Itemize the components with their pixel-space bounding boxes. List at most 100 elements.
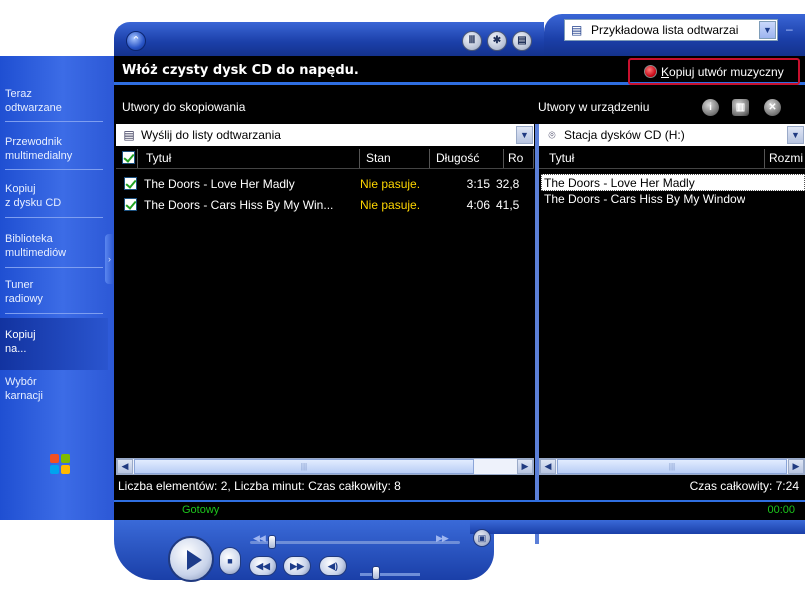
device-dropdown[interactable]: ⌾ Stacja dysków CD (H:) ▼ <box>539 124 805 146</box>
divider <box>5 217 103 218</box>
taskbar-item-label: radiowy <box>5 293 43 305</box>
play-button[interactable] <box>168 536 214 582</box>
playlist-icon: ▤ <box>123 128 135 142</box>
taskbar-item-now-playing[interactable]: Teraz odtwarzane <box>0 87 108 115</box>
playlist-dropdown[interactable]: ▤ Przykładowa lista odtwarzai ▼ <box>564 19 778 41</box>
device-info-icon[interactable]: i <box>702 99 719 116</box>
taskbar-item-radio-tuner[interactable]: Tuner radiowy <box>0 278 108 306</box>
row-checkbox[interactable] <box>116 174 144 194</box>
menu-toggle-button[interactable]: ⌃ <box>126 31 146 51</box>
taskbar-item-media-library[interactable]: Biblioteka multimediów <box>0 232 108 260</box>
table-row[interactable]: The Doors - Cars Hiss By My Win... Nie p… <box>116 195 534 215</box>
scrollbar-thumb[interactable]: ||| <box>134 459 474 474</box>
forward-dots-icon: ▶▶ <box>436 533 449 543</box>
taskbar-item-media-guide[interactable]: Przewodnik multimedialny <box>0 135 108 163</box>
taskbar-item-label: z dysku CD <box>5 197 62 209</box>
seek-slider[interactable] <box>250 541 460 544</box>
volume-slider[interactable] <box>360 573 420 576</box>
feature-taskbar: Teraz odtwarzane Przewodnik multimedialn… <box>0 56 114 520</box>
taskbar-item-label: Tuner <box>5 279 34 291</box>
playlist-icon: ▤ <box>571 23 583 37</box>
page-title: Włóż czysty dysk CD do napędu. <box>122 63 359 78</box>
copy-music-button[interactable]: Kopiuj utwór muzyczny <box>628 58 800 85</box>
right-table-header: Tytuł Rozmi <box>539 149 805 169</box>
column-header-size[interactable]: Rozmi <box>765 149 805 168</box>
taskbar-item-label: multimedialny <box>5 150 73 162</box>
device-track-title: The Doors - Love Her Madly <box>544 176 695 190</box>
left-pane-title: Utwory do skopiowania <box>122 100 246 114</box>
mute-button[interactable]: ◀) <box>319 556 347 576</box>
table-row[interactable]: The Doors - Love Her Madly Nie pasuje. 3… <box>116 174 534 194</box>
scroll-right-icon[interactable]: ▶ <box>517 459 533 474</box>
track-size: 32,8 <box>496 177 520 191</box>
previous-button[interactable]: ◀◀ <box>249 556 277 576</box>
taskbar-item-label: Wybór <box>5 376 37 388</box>
taskbar-item-label: na... <box>5 343 27 355</box>
minimize-icon[interactable]: – <box>786 22 793 36</box>
left-summary: Liczba elementów: 2, Liczba minut: Czas … <box>118 479 401 493</box>
left-horizontal-scrollbar[interactable]: ◀ ||| ▶ <box>116 458 534 475</box>
send-to-playlist-dropdown[interactable]: ▤ Wyślij do listy odtwarzania ▼ <box>116 124 534 146</box>
right-pane-title: Utwory w urządzeniu <box>538 100 650 114</box>
track-title: The Doors - Cars Hiss By My Win... <box>144 198 334 212</box>
scroll-left-icon[interactable]: ◀ <box>540 459 556 474</box>
device-delete-icon[interactable]: ▥ <box>732 99 749 116</box>
column-header-title[interactable]: Tytuł <box>539 149 765 168</box>
chevron-down-icon[interactable]: ▼ <box>759 21 776 39</box>
visualization-icon[interactable]: ✱ <box>487 31 507 51</box>
time-readout: 00:00 <box>767 504 795 516</box>
status-bar: Gotowy 00:00 <box>114 500 805 520</box>
divider <box>5 267 103 268</box>
eq-icon[interactable]: Ⅲ <box>462 31 482 51</box>
taskbar-item-copy-from-cd[interactable]: Kopiuj z dysku CD <box>0 182 108 210</box>
scroll-right-icon[interactable]: ▶ <box>788 459 804 474</box>
column-header-size[interactable]: Ro <box>504 149 534 168</box>
left-table-header: Tytuł Stan Długość Ro <box>116 149 534 169</box>
taskbar-item-label: Kopiuj <box>5 183 36 195</box>
divider <box>5 313 103 314</box>
taskbar-item-label: Teraz <box>5 88 32 100</box>
right-summary: Czas całkowity: 7:24 <box>689 479 799 493</box>
divider <box>5 169 103 170</box>
scroll-left-icon[interactable]: ◀ <box>117 459 133 474</box>
column-header-status[interactable]: Stan <box>360 149 430 168</box>
track-length: 3:15 <box>466 177 490 191</box>
pane-divider[interactable] <box>535 124 539 544</box>
taskbar-item-label: Kopiuj <box>5 329 36 341</box>
table-row[interactable]: The Doors - Cars Hiss By My Window <box>541 191 805 208</box>
taskbar-collapse-handle[interactable]: › <box>105 234 114 284</box>
taskbar-item-label: Biblioteka <box>5 233 53 245</box>
seek-slider-thumb[interactable] <box>268 535 276 549</box>
track-length: 4:06 <box>466 198 490 212</box>
right-horizontal-scrollbar[interactable]: ◀ ||| ▶ <box>539 458 805 475</box>
device-selected-label: Stacja dysków CD (H:) <box>564 128 685 142</box>
send-to-playlist-label: Wyślij do listy odtwarzania <box>141 128 281 142</box>
taskbar-item-skin-chooser[interactable]: Wybór karnacji <box>0 375 108 403</box>
row-checkbox[interactable] <box>116 195 144 215</box>
track-title: The Doors - Love Her Madly <box>144 177 295 191</box>
table-row[interactable]: The Doors - Love Her Madly <box>541 174 805 191</box>
device-close-icon[interactable]: ✕ <box>764 99 781 116</box>
taskbar-item-copy-to[interactable]: Kopiuj na... <box>0 318 108 370</box>
track-status: Nie pasuje. <box>360 198 421 212</box>
info-button-icon[interactable]: ▤ <box>512 31 532 51</box>
rewind-dots-icon: ◀◀ <box>253 533 266 543</box>
stop-button[interactable]: ■ <box>219 547 241 575</box>
column-header-length[interactable]: Długość <box>430 149 504 168</box>
taskbar-item-label: Przewodnik <box>5 136 62 148</box>
mini-player-icon[interactable]: ▣ <box>473 529 491 547</box>
taskbar-item-label: odtwarzane <box>5 102 62 114</box>
info-header: Włóż czysty dysk CD do napędu. Kopiuj ut… <box>114 56 805 85</box>
record-icon <box>644 65 657 78</box>
status-text: Gotowy <box>182 504 220 516</box>
chevron-down-icon[interactable]: ▼ <box>787 126 804 144</box>
copy-music-label: Kopiuj utwór muzyczny <box>661 64 784 79</box>
next-button[interactable]: ▶▶ <box>283 556 311 576</box>
transport-bar-extension <box>470 520 805 534</box>
cd-drive-icon: ⌾ <box>548 127 556 142</box>
volume-slider-thumb[interactable] <box>372 566 380 580</box>
chevron-down-icon[interactable]: ▼ <box>516 126 533 144</box>
scrollbar-thumb[interactable]: ||| <box>557 459 787 474</box>
column-header-title[interactable]: Tytuł <box>138 149 360 168</box>
select-all-checkbox[interactable] <box>116 149 138 168</box>
